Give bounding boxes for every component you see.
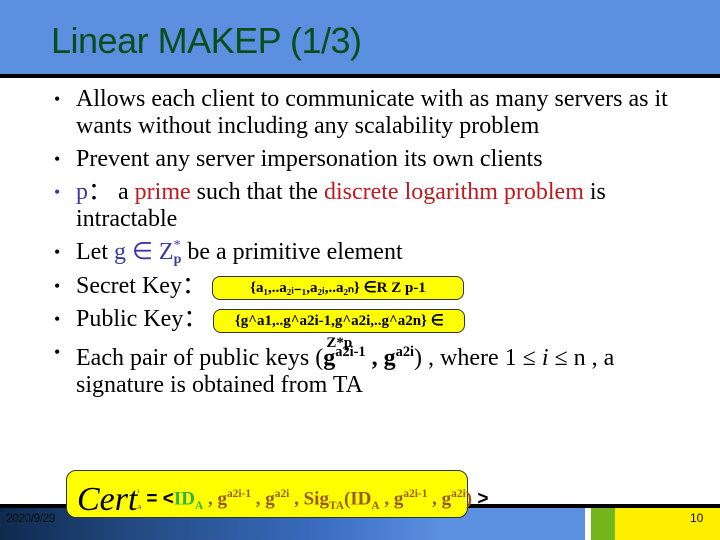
math-sub: A	[371, 500, 380, 513]
math-sup: a2i	[274, 488, 290, 500]
math-sup: a2i-1	[335, 344, 366, 361]
math-sup: a2i-1	[226, 488, 252, 500]
text: Each pair of public keys (	[76, 345, 324, 372]
math-g: g	[383, 345, 396, 372]
math-sup: a2i	[451, 488, 466, 500]
text: be a primitive element	[181, 239, 403, 265]
bullet-public-key: • Public Key： {g^a1,..g^a2i-1,g^a2i,..g^…	[52, 306, 702, 351]
bullet-dot-icon: •	[54, 276, 61, 297]
text: , g	[251, 488, 275, 510]
math-sup: a2i-1	[403, 488, 428, 500]
highlight-dlp: discrete logarithm problem	[323, 179, 584, 205]
bullet-dot-icon: •	[54, 309, 61, 330]
id-a: ID	[173, 488, 195, 510]
math-g-in-z: g ∈ Z	[113, 239, 174, 265]
bullet-signature: • Each pair of public keys (ga2i-1 , ga2…	[52, 339, 702, 399]
footer-decor-yellow	[615, 508, 720, 540]
math-g: g	[323, 345, 336, 372]
bullet-scalability: • Allows each client to communicate with…	[52, 86, 702, 140]
text: , g	[427, 488, 452, 510]
text: a	[112, 179, 135, 205]
text: ,	[289, 488, 304, 510]
bullet-dot-icon: •	[54, 242, 61, 262]
sig: Sig	[303, 488, 329, 510]
text: ) , where 1 ≤	[414, 345, 542, 372]
footer-date: 2020/9/29	[6, 511, 55, 525]
text: ,	[365, 345, 384, 372]
math-sub: A	[195, 500, 204, 513]
text: Let	[76, 239, 114, 265]
math-i: i	[541, 345, 549, 372]
page-number: 10	[690, 511, 704, 525]
var-p: p	[76, 179, 88, 205]
bullet-dot-icon: •	[54, 342, 61, 363]
text: , g	[379, 488, 404, 510]
slide-body: • Allows each client to communicate with…	[52, 86, 702, 405]
cert-symbol: Cert	[77, 480, 138, 518]
math-sup: a2i	[395, 344, 415, 361]
slide-header: Linear MAKEP (1/3)	[0, 0, 720, 78]
slide-title: Linear MAKEP (1/3)	[51, 20, 362, 61]
bullet-prime: • p： a prime such that the discrete loga…	[52, 179, 702, 233]
bullet-dot-icon: •	[54, 149, 61, 169]
id-a: ID	[350, 488, 372, 510]
bullet-dot-icon: •	[54, 182, 61, 202]
bullet-dot-icon: •	[54, 89, 61, 109]
bullet-text: Prevent any server impersonation its own…	[76, 146, 543, 172]
text: = <	[141, 488, 174, 510]
secret-key-label: Secret Key：	[76, 273, 206, 300]
separator: ：	[88, 179, 112, 205]
certificate-formula-box: Cert i A = <IDA , ga2i-1 , ga2i , SigTA(ID…	[66, 470, 488, 518]
secret-key-box: {a₁,..a₂ᵢ₋₁,a₂ᵢ,..a₂ₙ} ∈R Z p-1	[211, 275, 464, 300]
text: , g	[203, 488, 227, 510]
math-sub: TA	[328, 500, 344, 513]
public-key-box: {g^a1,..g^a2i-1,g^a2i,..g^a2n} ∈ Z*p	[213, 308, 466, 351]
text: >	[472, 488, 489, 510]
bullet-text: Allows each client to communicate with a…	[76, 86, 668, 139]
text: such that the	[190, 179, 324, 205]
bullet-impersonation: • Prevent any server impersonation its o…	[52, 146, 702, 173]
bullet-secret-key: • Secret Key： {a₁,..a₂ᵢ₋₁,a₂ᵢ,..a₂ₙ} ∈R …	[52, 273, 702, 300]
bullet-generator: • Let g ∈ Z * p be a primitive element	[52, 239, 702, 267]
highlight-prime: prime	[134, 179, 191, 205]
footer-decor-green	[591, 508, 615, 540]
public-key-label: Public Key：	[76, 306, 208, 333]
